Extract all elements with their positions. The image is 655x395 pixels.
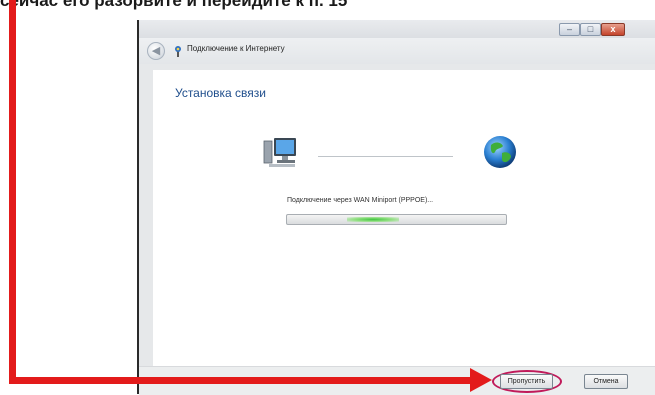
connection-window: – □ x ◀ Подключение к Интернету Установк… bbox=[137, 20, 655, 395]
connection-status-text: Подключение через WAN Miniport (PPPOE)..… bbox=[287, 197, 434, 204]
back-button[interactable]: ◀ bbox=[147, 42, 165, 60]
annotation-arrow-head bbox=[470, 368, 492, 392]
minimize-icon: – bbox=[566, 24, 572, 34]
progress-indicator bbox=[347, 217, 399, 222]
maximize-icon: □ bbox=[587, 24, 594, 34]
progress-bar bbox=[286, 214, 507, 225]
minimize-button[interactable]: – bbox=[559, 23, 580, 36]
content-area: Установка связи Подключение через WAN Mi… bbox=[153, 70, 655, 366]
annotation-arrow-vertical bbox=[9, 0, 16, 384]
maximize-button[interactable]: □ bbox=[580, 23, 601, 36]
window-title: Подключение к Интернету bbox=[187, 44, 285, 53]
computer-icon bbox=[263, 138, 296, 167]
page-heading: Установка связи bbox=[175, 86, 266, 100]
globe-icon bbox=[484, 136, 516, 168]
instruction-caption: сейчас его разорвите и перейдите к п. 15 bbox=[0, 0, 348, 10]
cancel-button[interactable]: Отмена bbox=[584, 374, 628, 389]
network-connection-icon bbox=[175, 46, 181, 57]
close-icon: x bbox=[610, 24, 616, 34]
skip-button[interactable]: Пропустить bbox=[500, 374, 553, 389]
navigation-bar: ◀ Подключение к Интернету bbox=[139, 38, 655, 64]
annotation-arrow-horizontal bbox=[9, 377, 479, 384]
connection-line bbox=[318, 156, 453, 157]
close-button[interactable]: x bbox=[601, 23, 625, 36]
title-bar: – □ x bbox=[139, 20, 655, 38]
